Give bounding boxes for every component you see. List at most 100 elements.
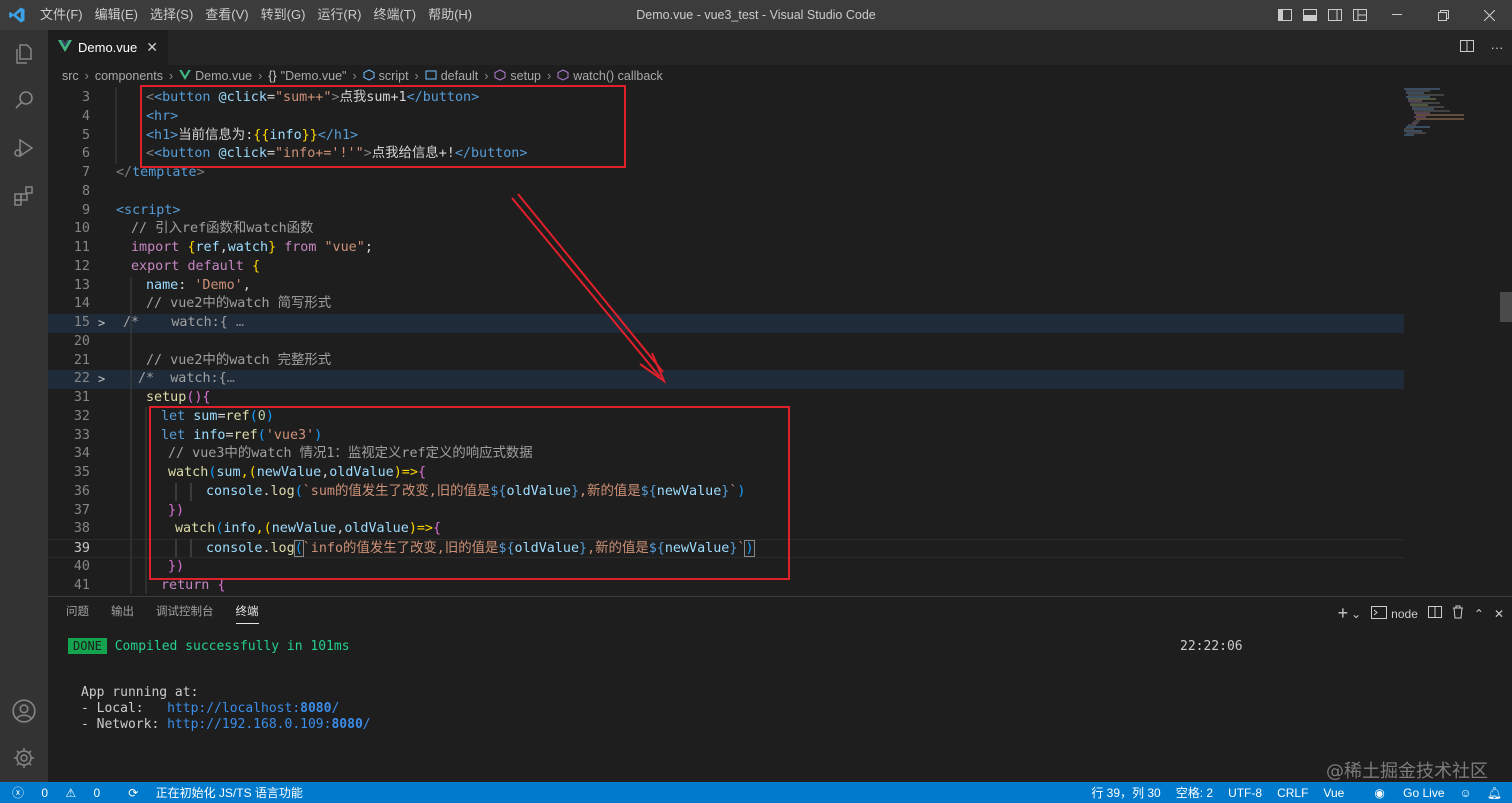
- tab-demo-vue[interactable]: Demo.vue ✕: [48, 30, 168, 65]
- line-number: 39: [73, 541, 90, 556]
- line-number: 33: [73, 427, 90, 443]
- line-number: 31: [73, 390, 90, 405]
- encoding[interactable]: UTF-8: [1228, 786, 1262, 800]
- settings-gear-icon[interactable]: [0, 734, 48, 782]
- toggle-secondary-sidebar-icon[interactable]: [1324, 0, 1346, 30]
- indentation[interactable]: 空格: 2: [1176, 784, 1213, 801]
- menu-selection[interactable]: 选择(S): [144, 0, 199, 30]
- search-icon[interactable]: [0, 76, 48, 124]
- line-number: 5: [81, 127, 90, 143]
- menu-terminal[interactable]: 终端(T): [367, 0, 422, 30]
- line-number: 12: [73, 258, 90, 274]
- tab-label: Demo.vue: [78, 40, 138, 55]
- bottom-panel: 问题 输出 调试控制台 终端 + ⌄ node ⌃ ✕ DONE Compile…: [48, 596, 1512, 782]
- more-actions-icon[interactable]: ···: [1482, 40, 1512, 55]
- line-number: 8: [81, 183, 90, 199]
- network-url-line: - Network: http://192.168.0.109:8080/: [81, 717, 371, 732]
- fold-chevron-icon[interactable]: >: [98, 314, 105, 333]
- problems-status[interactable]: ⓧ 0 ⚠ 0: [12, 784, 114, 801]
- go-live-button[interactable]: ◉ Go Live: [1359, 786, 1444, 800]
- tab-close-icon[interactable]: ✕: [146, 39, 158, 56]
- line-number: 3: [81, 90, 90, 105]
- notifications-bell-icon[interactable]: 🔔︎: [1487, 786, 1502, 800]
- local-url-line: - Local: http://localhost:8080/: [81, 701, 340, 716]
- terminal-timestamp: 22:22:06: [1180, 639, 1243, 654]
- broadcast-icon: ◉: [1374, 785, 1385, 800]
- breadcrumb-default[interactable]: default: [441, 69, 479, 83]
- tab-debug-console[interactable]: 调试控制台: [156, 603, 214, 624]
- code-line: /* watch:{ …: [123, 315, 244, 330]
- code-line: // 引入ref函数和watch函数: [131, 221, 314, 237]
- close-window-icon[interactable]: [1466, 0, 1512, 30]
- terminal-name[interactable]: node: [1391, 607, 1418, 621]
- toggle-panel-icon[interactable]: [1299, 0, 1321, 30]
- menu-file[interactable]: 文件(F): [34, 0, 89, 30]
- scrollbar-thumb[interactable]: [1500, 292, 1512, 322]
- restore-icon[interactable]: [1420, 0, 1466, 30]
- tab-output[interactable]: 输出: [111, 603, 134, 624]
- trash-icon[interactable]: [1452, 605, 1464, 622]
- code-line: // vue2中的watch 简写形式: [146, 296, 332, 312]
- chevron-right-icon: ›: [84, 69, 89, 83]
- warning-icon: ⚠: [65, 786, 77, 800]
- editor-tab-bar: Demo.vue ✕ ···: [48, 30, 1512, 65]
- field-icon: [425, 69, 437, 84]
- menu-go[interactable]: 转到(G): [255, 0, 312, 30]
- terminal-output[interactable]: DONE Compiled successfully in 101ms App …: [68, 637, 371, 732]
- line-number: 40: [73, 558, 90, 574]
- method-icon: [557, 68, 569, 84]
- vue-file-icon: [58, 40, 72, 55]
- init-status[interactable]: ⟳ 正在初始化 JS/TS 语言功能: [128, 784, 317, 801]
- new-terminal-icon[interactable]: +: [1338, 603, 1349, 624]
- chevron-right-icon: ›: [414, 69, 419, 83]
- chevron-right-icon: ›: [352, 69, 357, 83]
- toggle-sidebar-icon[interactable]: [1274, 0, 1296, 30]
- breadcrumb-src[interactable]: src: [62, 69, 79, 83]
- chevron-down-icon[interactable]: ⌄: [1351, 607, 1361, 621]
- menu-edit[interactable]: 编辑(E): [89, 0, 144, 30]
- menu-help[interactable]: 帮助(H): [422, 0, 478, 30]
- editor-scrollbar[interactable]: [1500, 87, 1512, 594]
- braces-icon: {}: [268, 69, 277, 83]
- breadcrumb-file[interactable]: Demo.vue: [195, 69, 252, 83]
- breadcrumb-setup[interactable]: setup: [510, 69, 541, 83]
- maximize-panel-icon[interactable]: ⌃: [1474, 607, 1484, 621]
- breadcrumb-callback[interactable]: watch() callback: [573, 69, 663, 83]
- feedback-icon[interactable]: ☺: [1460, 786, 1472, 800]
- line-number: 35: [73, 465, 90, 480]
- vue-file-icon: [179, 69, 191, 83]
- line-number: 36: [73, 483, 90, 499]
- close-panel-icon[interactable]: ✕: [1494, 607, 1504, 621]
- run-debug-icon[interactable]: [0, 124, 48, 172]
- menu-bar: 文件(F) 编辑(E) 选择(S) 查看(V) 转到(G) 运行(R) 终端(T…: [34, 0, 478, 30]
- split-terminal-icon[interactable]: [1427, 605, 1442, 622]
- line-number: 38: [73, 521, 90, 537]
- explorer-icon[interactable]: [0, 30, 48, 78]
- breadcrumb-module[interactable]: "Demo.vue": [281, 69, 347, 83]
- line-number: 7: [81, 165, 90, 180]
- account-icon[interactable]: [0, 687, 48, 735]
- split-editor-icon[interactable]: [1452, 39, 1482, 56]
- language-mode[interactable]: Vue: [1323, 786, 1344, 800]
- tab-problems[interactable]: 问题: [66, 603, 89, 624]
- cursor-position[interactable]: 行 39，列 30: [1091, 784, 1160, 801]
- end-of-line[interactable]: CRLF: [1277, 786, 1308, 800]
- watermark: @稀土掘金技术社区: [1326, 761, 1488, 782]
- line-number: 32: [73, 408, 90, 424]
- activity-bar: [0, 30, 48, 782]
- code-line: // vue2中的watch 完整形式: [146, 352, 332, 368]
- minimap[interactable]: [1400, 87, 1500, 594]
- customize-layout-icon[interactable]: [1349, 0, 1371, 30]
- menu-view[interactable]: 查看(V): [199, 0, 254, 30]
- menu-run[interactable]: 运行(R): [311, 0, 367, 30]
- extensions-icon[interactable]: [0, 172, 48, 220]
- annotation-box-template: [140, 85, 626, 168]
- tab-terminal[interactable]: 终端: [235, 603, 259, 624]
- fold-chevron-icon[interactable]: >: [98, 370, 105, 389]
- minimize-icon[interactable]: [1374, 0, 1420, 30]
- line-number: 13: [73, 277, 90, 293]
- compiled-message: Compiled successfully in 101ms: [114, 639, 350, 654]
- vscode-logo-icon: [0, 0, 34, 30]
- breadcrumb-components[interactable]: components: [95, 69, 163, 83]
- breadcrumb-script[interactable]: script: [379, 69, 409, 83]
